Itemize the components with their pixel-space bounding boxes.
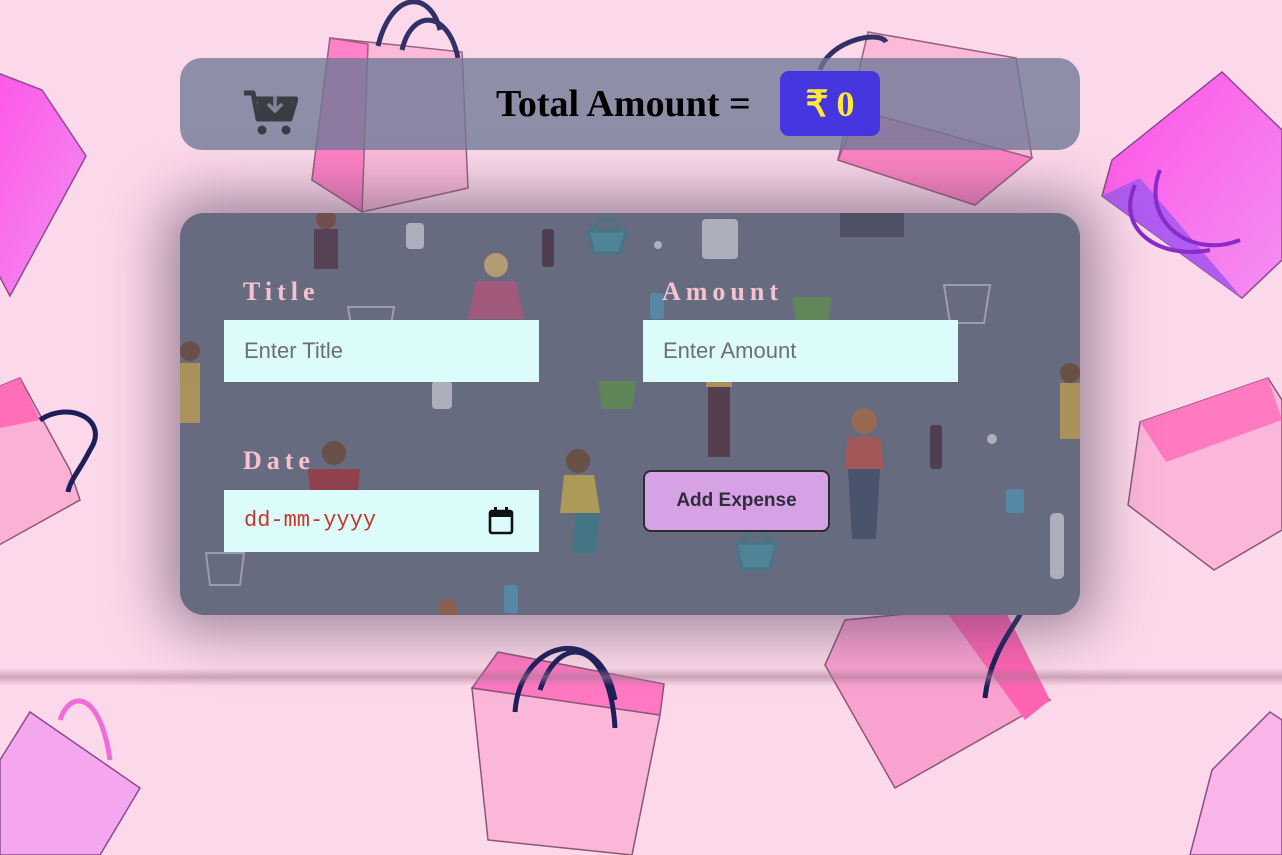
shopping-bag-icon bbox=[0, 698, 142, 855]
total-amount-badge: ₹ 0 bbox=[780, 71, 880, 136]
title-label: Title bbox=[243, 277, 320, 306]
shoppers-background-illustration bbox=[180, 213, 1080, 615]
cart-download-icon bbox=[244, 90, 298, 135]
total-amount-value: 0 bbox=[836, 83, 855, 124]
shopping-bag-icon bbox=[0, 377, 98, 546]
total-header-bar: Total Amount = ₹ 0 bbox=[180, 58, 1080, 150]
amount-label: Amount bbox=[662, 277, 784, 306]
shopping-bag-icon bbox=[0, 73, 87, 298]
amount-input[interactable] bbox=[643, 320, 958, 382]
add-expense-button[interactable]: Add Expense bbox=[643, 470, 830, 532]
shopping-bag-icon bbox=[1189, 711, 1282, 855]
calendar-icon[interactable] bbox=[488, 507, 514, 535]
currency-symbol: ₹ bbox=[805, 83, 829, 124]
shelf-divider bbox=[0, 668, 1282, 686]
date-label: Date bbox=[243, 446, 315, 475]
date-placeholder: dd-mm-yyyy bbox=[244, 508, 377, 533]
shopping-bag-icon bbox=[824, 600, 1052, 790]
expense-form-card: Title Amount Date dd-mm-yyyy Add Expense bbox=[180, 213, 1080, 615]
date-input[interactable]: dd-mm-yyyy bbox=[224, 490, 539, 552]
shopping-bag-icon bbox=[1101, 71, 1282, 299]
total-amount-label: Total Amount = bbox=[496, 83, 751, 125]
shopping-bag-icon bbox=[1127, 377, 1282, 571]
title-input[interactable] bbox=[224, 320, 539, 382]
